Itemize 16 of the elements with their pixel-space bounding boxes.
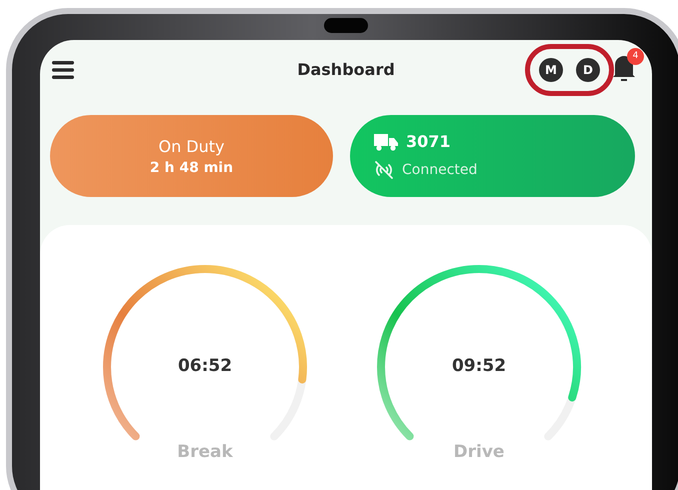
notification-badge: 4 (627, 48, 644, 64)
vehicle-number: 3071 (406, 132, 451, 151)
timer-value: 09:52 (450, 356, 508, 376)
timer-label: Drive (452, 442, 506, 462)
duty-status: On Duty (158, 136, 225, 156)
timer-value: 06:52 (176, 356, 234, 376)
duty-duration: 2 h 48 min (150, 160, 234, 176)
menu-icon[interactable] (52, 60, 74, 80)
connection-status: Connected (402, 162, 478, 178)
avatar-chip[interactable]: D (576, 58, 600, 82)
avatar-chip[interactable]: M (539, 58, 563, 82)
screen-title: Dashboard (296, 60, 396, 79)
truck-icon (374, 132, 398, 150)
camera-notch (324, 18, 368, 33)
signal-off-icon (374, 160, 394, 180)
timer-label: Break (176, 442, 234, 462)
